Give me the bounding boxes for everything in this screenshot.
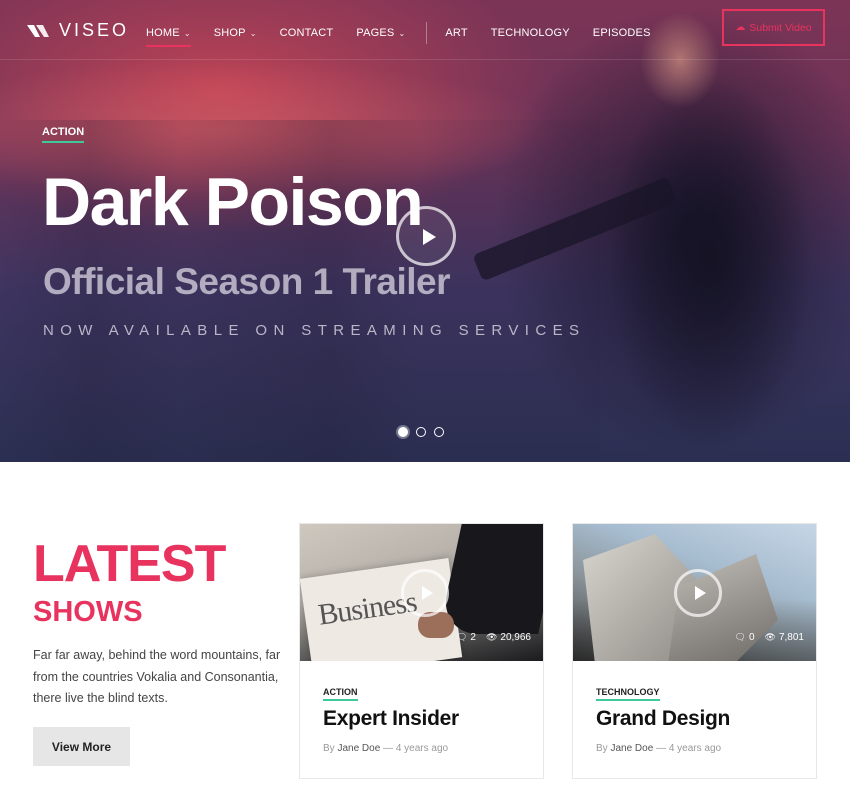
menu-item-label: SHOP [213,27,246,39]
card-author-link[interactable]: Jane Doe [337,743,380,754]
comment-count-value: 2 [470,632,476,643]
view-count-value: 7,801 [778,632,804,643]
submit-video-label: Submit Video [749,21,812,34]
hero-title[interactable]: Dark Poison [42,160,424,244]
latest-subheading: SHOWS [33,596,143,628]
chevron-down-icon: ⌄ [249,28,257,38]
slider-dot-1[interactable] [398,427,408,437]
menu-item-art[interactable]: ART [445,25,467,41]
site-logo[interactable]: VISEO [27,20,129,41]
show-card: 🗨 0 👁 7,801 TECHNOLOGY Grand Design By J… [572,523,817,779]
menu-item-pages[interactable]: PAGES ⌄ [356,25,405,41]
card-meta: By Jane Doe — 4 years ago [323,743,449,754]
card-time: 4 years ago [668,743,722,754]
card-time: 4 years ago [395,743,449,754]
menu-item-label: HOME [146,27,180,39]
hero-category-link[interactable]: ACTION [42,126,85,143]
play-icon[interactable] [401,569,449,617]
card-title[interactable]: Expert Insider [323,707,459,731]
comments-icon: 🗨 [734,632,746,642]
menu-item-shop[interactable]: SHOP ⌄ [214,25,257,41]
hero-slider: VISEO HOME ⌄ SHOP ⌄ CONTACT PAGES ⌄ ART [0,0,850,462]
logo-text: VISEO [59,20,130,40]
main-navigation: VISEO HOME ⌄ SHOP ⌄ CONTACT PAGES ⌄ ART [0,0,850,60]
view-count: 👁 7,801 [765,632,804,643]
latest-description: Far far away, behind the word mountains,… [33,648,281,705]
eye-icon: 👁 [764,632,776,642]
view-count-value: 20,966 [500,632,531,643]
show-card: Business 🗨 2 👁 20,966 ACTION Expert Insi… [299,523,544,779]
card-title[interactable]: Grand Design [596,707,730,731]
menu-item-label: PAGES [356,27,395,39]
slider-pagination [398,427,444,437]
primary-menu: HOME ⌄ SHOP ⌄ CONTACT PAGES ⌄ ART TECHNO… [146,22,674,47]
arm-image [438,524,543,634]
slider-dot-3[interactable] [434,427,444,437]
card-category-link[interactable]: TECHNOLOGY [596,687,660,701]
hero-tagline: NOW AVAILABLE ON STREAMING SERVICES [43,322,586,339]
menu-item-home[interactable]: HOME ⌄ [146,25,191,47]
show-stats: 🗨 0 👁 7,801 [735,632,804,643]
comment-count-value: 0 [748,632,755,643]
hero-play-button[interactable] [396,206,456,266]
menu-item-contact[interactable]: CONTACT [280,25,334,41]
view-count: 👁 20,966 [486,632,531,643]
play-icon[interactable] [674,569,722,617]
slider-dot-2[interactable] [416,427,426,437]
submit-video-button[interactable]: ☁ Submit Video [722,9,825,46]
viseo-logo-icon [27,24,49,37]
menu-item-label: EPISODES [592,27,651,39]
eye-icon: 👁 [485,632,498,642]
show-thumbnail[interactable]: Business 🗨 2 👁 20,966 [300,524,543,661]
show-thumbnail[interactable]: 🗨 0 👁 7,801 [573,524,816,661]
menu-divider [426,22,428,44]
menu-item-label: CONTACT [279,27,334,39]
hero-subtitle: Official Season 1 Trailer [43,261,451,302]
menu-item-label: TECHNOLOGY [490,27,570,39]
show-stats: 🗨 2 👁 20,966 [456,632,531,643]
chevron-down-icon: ⌄ [398,28,406,38]
cloud-upload-icon: ☁ [735,22,746,33]
view-more-button[interactable]: View More [33,727,130,766]
latest-heading: LATEST [33,535,226,593]
chevron-down-icon: ⌄ [183,28,191,38]
menu-item-technology[interactable]: TECHNOLOGY [491,25,570,41]
menu-item-episodes[interactable]: EPISODES [593,25,651,41]
menu-item-label: ART [445,27,468,39]
card-category-link[interactable]: ACTION [323,687,358,701]
comment-count: 🗨 2 [456,632,476,643]
card-meta: By Jane Doe — 4 years ago [596,743,722,754]
comments-icon: 🗨 [455,632,468,642]
card-author-link[interactable]: Jane Doe [610,743,653,754]
comment-count: 🗨 0 [735,632,755,643]
